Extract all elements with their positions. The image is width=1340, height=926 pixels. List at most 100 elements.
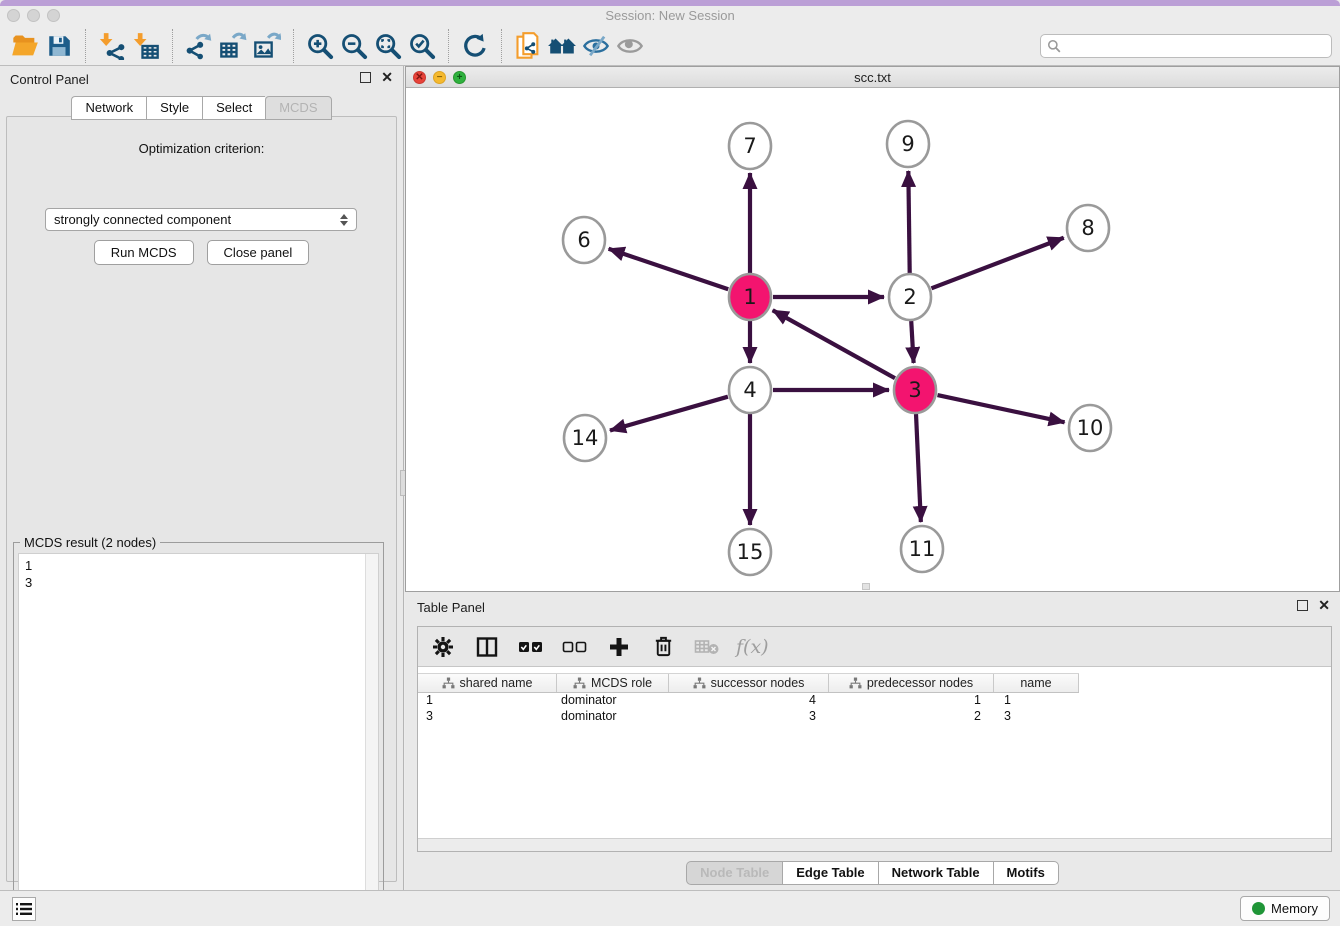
close-panel-icon[interactable]: ✕ (381, 72, 393, 83)
network-view-window: ✕ − + scc.txt 7968124314101511 (405, 66, 1340, 592)
criterion-dropdown[interactable]: strongly connected component (45, 208, 357, 231)
cell-name[interactable]: 3 (994, 709, 1079, 725)
cell-mcds-role[interactable]: dominator (557, 709, 669, 725)
mcds-result-title: MCDS result (2 nodes) (20, 535, 160, 550)
graph-edge-2-8[interactable] (931, 238, 1063, 289)
export-image-icon[interactable] (250, 30, 284, 62)
cell-predecessor-nodes[interactable]: 2 (829, 709, 994, 725)
cell-shared-name[interactable]: 3 (418, 709, 557, 725)
export-network-icon[interactable] (182, 30, 216, 62)
delete-table-icon[interactable] (692, 632, 722, 662)
cell-predecessor-nodes[interactable]: 1 (829, 693, 994, 709)
import-table-icon[interactable] (129, 30, 163, 62)
mcds-result-textarea[interactable]: 1 3 (18, 553, 379, 918)
function-builder-icon[interactable]: f(x) (736, 636, 769, 658)
add-row-icon[interactable] (604, 632, 634, 662)
network-canvas[interactable]: 7968124314101511 (406, 88, 1339, 591)
canvas-splitter-grip[interactable] (862, 583, 870, 590)
home-networks-icon[interactable] (545, 30, 579, 62)
save-session-icon[interactable] (42, 30, 76, 62)
column-header-mcds-role[interactable]: MCDS role (557, 674, 669, 692)
show-eye-icon[interactable] (613, 30, 647, 62)
tab-motifs[interactable]: Motifs (993, 861, 1059, 885)
memory-button[interactable]: Memory (1240, 896, 1330, 921)
graph-edge-2-9[interactable] (908, 171, 909, 273)
graph-node-label-3: 3 (908, 378, 921, 402)
graph-edge-3-11[interactable] (916, 414, 921, 522)
network-window-titlebar[interactable]: ✕ − + scc.txt (406, 67, 1339, 88)
table-row[interactable]: 3 dominator 3 2 3 (418, 709, 1079, 725)
graph-edge-3-10[interactable] (937, 395, 1064, 422)
criterion-dropdown-value: strongly connected component (54, 212, 231, 227)
memory-status-icon (1252, 902, 1265, 915)
table-panel-title: Table Panel (417, 600, 485, 615)
zoom-fit-icon[interactable] (371, 30, 405, 62)
graph-edge-4-14[interactable] (610, 397, 728, 431)
cell-mcds-role[interactable]: dominator (557, 693, 669, 709)
hierarchy-icon (573, 677, 586, 690)
cell-name[interactable]: 1 (994, 693, 1079, 709)
float-panel-icon[interactable] (360, 72, 371, 83)
delete-row-icon[interactable] (648, 632, 678, 662)
column-header-successor-nodes[interactable]: successor nodes (669, 674, 829, 692)
graph-node-label-2: 2 (903, 285, 916, 309)
network-graph[interactable]: 7968124314101511 (406, 88, 1339, 591)
table-toolbar: f(x) (418, 627, 1331, 667)
cell-successor-nodes[interactable]: 3 (669, 709, 829, 725)
import-network-icon[interactable] (95, 30, 129, 62)
column-header-shared-name[interactable]: shared name (418, 674, 557, 692)
tab-network[interactable]: Network (71, 96, 146, 120)
app-titlebar: Session: New Session (0, 6, 1340, 26)
refresh-icon[interactable] (458, 30, 492, 62)
tab-mcds[interactable]: MCDS (265, 96, 331, 120)
column-header-name[interactable]: name (994, 674, 1079, 692)
task-history-button[interactable] (12, 897, 36, 921)
select-all-checks-icon[interactable] (516, 632, 546, 662)
column-header-predecessor-nodes[interactable]: predecessor nodes (829, 674, 994, 692)
main-toolbar (0, 26, 1340, 66)
table-panel: Table Panel ✕ (405, 592, 1340, 890)
float-table-panel-icon[interactable] (1297, 600, 1308, 611)
tab-network-table[interactable]: Network Table (878, 861, 993, 885)
zoom-selected-icon[interactable] (405, 30, 439, 62)
export-table-icon[interactable] (216, 30, 250, 62)
hide-eye-icon[interactable] (579, 30, 613, 62)
table-header-row: shared name MCDS role successor nodes pr… (418, 673, 1079, 693)
search-input[interactable] (1065, 38, 1325, 53)
control-panel-tabs: Network Style Select MCDS (0, 96, 403, 120)
zoom-in-icon[interactable] (303, 30, 337, 62)
zoom-out-icon[interactable] (337, 30, 371, 62)
graph-node-label-14: 14 (572, 426, 599, 450)
mcds-result-group: MCDS result (2 nodes) 1 3 (13, 542, 384, 923)
cell-successor-nodes[interactable]: 4 (669, 693, 829, 709)
tab-node-table[interactable]: Node Table (686, 861, 782, 885)
close-table-panel-icon[interactable]: ✕ (1318, 600, 1330, 611)
mcds-result-line: 3 (25, 574, 372, 591)
tab-style[interactable]: Style (146, 96, 202, 120)
gear-icon[interactable] (428, 632, 458, 662)
graph-edge-2-3[interactable] (911, 321, 913, 363)
optimization-criterion-label: Optimization criterion: (7, 141, 396, 156)
control-panel-title: Control Panel (10, 72, 89, 87)
result-scrollbar[interactable] (365, 554, 378, 917)
graph-edge-1-6[interactable] (609, 249, 729, 289)
table-hscroll-area[interactable] (418, 838, 1331, 851)
toolbar-separator (172, 29, 173, 63)
graph-node-label-4: 4 (743, 378, 756, 402)
table-row[interactable]: 1 dominator 4 1 1 (418, 693, 1079, 709)
cell-shared-name[interactable]: 1 (418, 693, 557, 709)
table-tabs: Node Table Edge Table Network Table Moti… (405, 861, 1340, 885)
graph-edge-3-1[interactable] (773, 310, 895, 378)
open-session-icon[interactable] (8, 30, 42, 62)
graph-node-label-6: 6 (577, 228, 590, 252)
tab-edge-table[interactable]: Edge Table (782, 861, 877, 885)
run-mcds-button[interactable]: Run MCDS (94, 240, 194, 265)
tab-select[interactable]: Select (202, 96, 265, 120)
graph-node-label-7: 7 (743, 134, 756, 158)
duplicate-network-icon[interactable] (511, 30, 545, 62)
split-columns-icon[interactable] (472, 632, 502, 662)
network-title: scc.txt (406, 70, 1339, 85)
clear-all-checks-icon[interactable] (560, 632, 590, 662)
close-panel-button[interactable]: Close panel (207, 240, 310, 265)
search-field[interactable] (1040, 34, 1332, 58)
